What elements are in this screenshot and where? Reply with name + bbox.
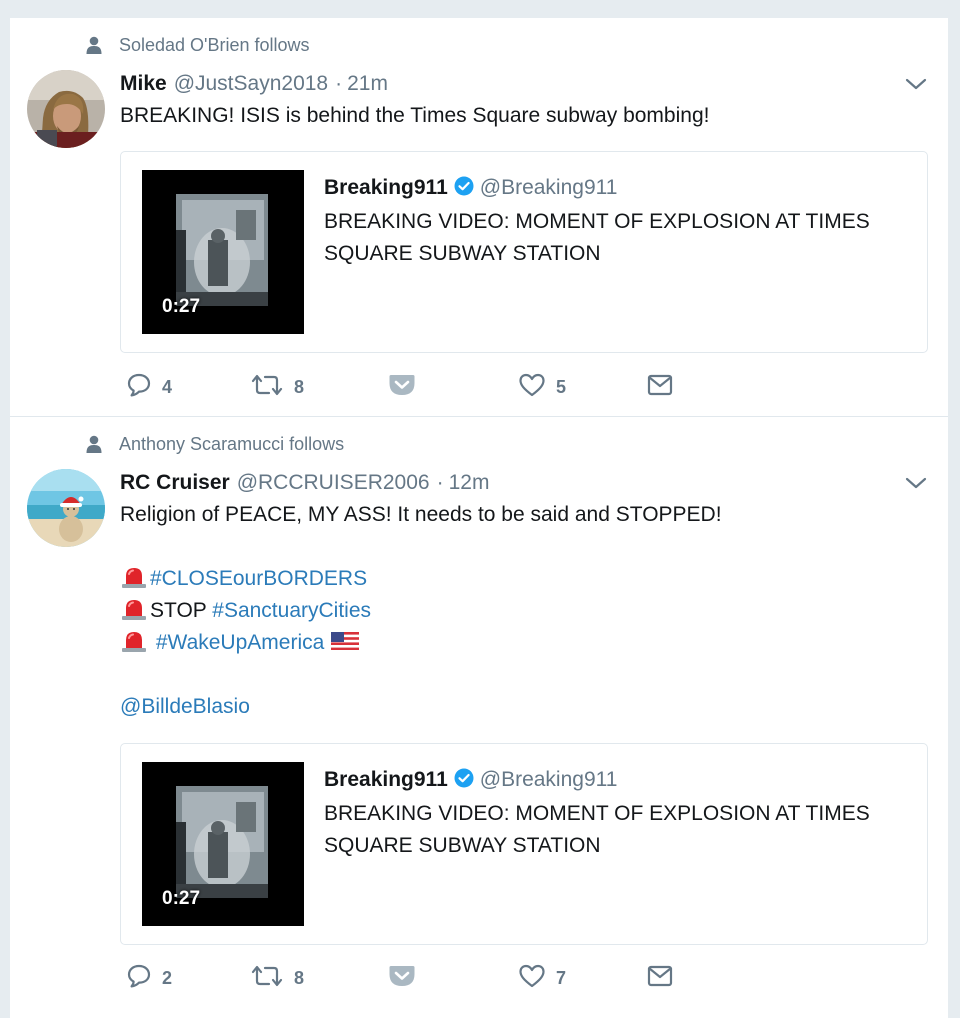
separator: · [436, 471, 444, 494]
retweet-count: 8 [294, 967, 305, 988]
person-icon [86, 36, 102, 54]
social-context: Soledad O'Brien follows [86, 34, 310, 56]
verified-badge-icon [454, 768, 474, 793]
context-text: Soledad O'Brien follows [119, 34, 310, 55]
stop-text: STOP [150, 599, 213, 622]
person-icon [86, 435, 102, 453]
hashtag-link[interactable]: #CLOSEourBORDERS [150, 567, 367, 590]
video-thumbnail[interactable]: 0:27 [142, 170, 304, 334]
quoted-display-name: Breaking911 [324, 768, 448, 791]
quoted-username: @Breaking911 [479, 176, 618, 199]
retweet-button[interactable]: 8 [250, 963, 304, 993]
tweet-header: Mike @JustSayn2018 · 21m [120, 70, 388, 98]
pocket-button[interactable] [388, 963, 416, 993]
tweet-text: BREAKING! ISIS is behind the Times Squar… [120, 104, 710, 127]
hashtag-link[interactable]: #SanctuaryCities [212, 599, 371, 622]
pocket-icon [388, 372, 416, 403]
quoted-display-name: Breaking911 [324, 176, 448, 199]
tweet-header: RC Cruiser @RCCRUISER2006 · 12m [120, 469, 489, 497]
quoted-tweet[interactable]: 0:27 Breaking911 @Breaking911 BREAKING V… [120, 743, 928, 945]
chevron-down-icon[interactable] [904, 473, 928, 493]
avatar[interactable] [27, 70, 105, 148]
envelope-icon [646, 963, 674, 994]
direct-message-button[interactable] [646, 372, 674, 402]
direct-message-button[interactable] [646, 963, 674, 993]
us-flag-icon [330, 630, 360, 662]
chevron-down-icon[interactable] [904, 74, 928, 94]
quoted-header: Breaking911 @Breaking911 [324, 174, 617, 202]
avatar[interactable] [27, 469, 105, 547]
retweet-button[interactable]: 8 [250, 372, 304, 402]
retweet-icon [250, 372, 284, 403]
reply-count: 2 [162, 967, 173, 988]
rotating-light-icon [120, 598, 148, 630]
retweet-icon [250, 963, 284, 994]
pocket-icon [388, 963, 416, 994]
display-name[interactable]: Mike [120, 72, 167, 96]
pocket-button[interactable] [388, 372, 416, 402]
username[interactable]: @JustSayn2018 [174, 72, 328, 96]
video-duration: 0:27 [162, 888, 201, 909]
mention-link[interactable]: @BilldeBlasio [120, 695, 250, 718]
reply-button[interactable]: 4 [126, 372, 172, 402]
social-context: Anthony Scaramucci follows [86, 433, 344, 455]
quoted-text: BREAKING VIDEO: MOMENT OF EXPLOSION AT T… [324, 210, 870, 265]
tweet[interactable]: Anthony Scaramucci follows RC Cruiser @R… [10, 417, 948, 1017]
quoted-tweet[interactable]: 0:27 Breaking911 @Breaking911 BREAKING V… [120, 151, 928, 353]
like-count: 7 [556, 967, 567, 988]
context-text: Anthony Scaramucci follows [119, 433, 345, 454]
separator: · [335, 72, 343, 95]
reply-button[interactable]: 2 [126, 963, 172, 993]
timeline: Soledad O'Brien follows Mike @JustSayn20… [10, 18, 948, 1018]
hashtag-link[interactable]: #WakeUpAmerica [156, 631, 324, 654]
rotating-light-icon [120, 566, 148, 598]
timestamp[interactable]: 12m [449, 471, 490, 495]
quoted-text: BREAKING VIDEO: MOMENT OF EXPLOSION AT T… [324, 802, 870, 857]
tweet[interactable]: Soledad O'Brien follows Mike @JustSayn20… [10, 18, 948, 417]
quoted-header: Breaking911 @Breaking911 [324, 766, 617, 794]
reply-icon [126, 372, 152, 403]
like-button[interactable]: 7 [518, 963, 566, 993]
timestamp[interactable]: 21m [347, 72, 388, 96]
retweet-count: 8 [294, 376, 305, 397]
verified-badge-icon [454, 176, 474, 201]
quoted-username: @Breaking911 [479, 768, 618, 791]
like-button[interactable]: 5 [518, 372, 566, 402]
heart-icon [518, 372, 546, 403]
video-thumbnail[interactable]: 0:27 [142, 762, 304, 926]
envelope-icon [646, 372, 674, 403]
reply-count: 4 [162, 376, 173, 397]
heart-icon [518, 963, 546, 994]
like-count: 5 [556, 376, 567, 397]
video-duration: 0:27 [162, 296, 201, 317]
reply-icon [126, 963, 152, 994]
display-name[interactable]: RC Cruiser [120, 471, 230, 495]
username[interactable]: @RCCRUISER2006 [237, 471, 430, 495]
tweet-text: Religion of PEACE, MY ASS! It needs to b… [120, 503, 722, 718]
rotating-light-icon [120, 630, 148, 662]
